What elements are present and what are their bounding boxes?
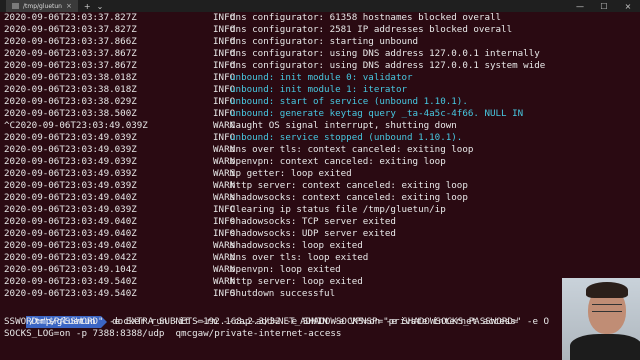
tab-title: /tmp/gluetun xyxy=(23,2,62,10)
log-timestamp: 2020-09-06T23:03:49.040Z xyxy=(4,216,137,227)
log-message: shadowsocks: context canceled: exiting l… xyxy=(230,192,468,203)
log-message: http server: loop exited xyxy=(230,276,363,287)
log-timestamp: 2020-09-06T23:03:38.018Z xyxy=(4,84,137,95)
log-timestamp: 2020-09-06T23:03:49.104Z xyxy=(4,264,137,275)
log-message: dns configurator: 61358 hostnames blocke… xyxy=(230,12,502,23)
command-continuation: SOCKS_LOG=on -p 7388:8388/udp qmcgaw/pri… xyxy=(4,328,342,339)
log-timestamp: 2020-09-06T23:03:37.827Z xyxy=(4,24,137,35)
log-timestamp: 2020-09-06T23:03:38.500Z xyxy=(4,108,137,119)
log-timestamp: 2020-09-06T23:03:49.040Z xyxy=(4,240,137,251)
log-timestamp: 2020-09-06T23:03:49.039Z xyxy=(4,156,137,167)
log-timestamp: 2020-09-06T23:03:37.827Z xyxy=(4,12,137,23)
log-timestamp: ^C2020-09-06T23:03:49.039Z xyxy=(4,120,148,131)
log-message: openvpn: loop exited xyxy=(230,264,341,275)
log-timestamp: 2020-09-06T23:03:49.540Z xyxy=(4,288,137,299)
log-timestamp: 2020-09-06T23:03:37.867Z xyxy=(4,60,137,71)
log-message: dns configurator: using DNS address 127.… xyxy=(230,60,546,71)
log-message: ip getter: loop exited xyxy=(230,168,352,179)
log-message: dns over tls: context canceled: exiting … xyxy=(230,144,474,155)
title-bar: /tmp/gluetun × + ⌄ — ☐ × xyxy=(0,0,640,12)
log-message: http server: context canceled: exiting l… xyxy=(230,180,468,191)
log-message: dns configurator: using DNS address 127.… xyxy=(230,48,540,59)
window-controls: — ☐ × xyxy=(568,2,640,11)
log-message: shadowsocks: TCP server exited xyxy=(230,216,396,227)
log-message: unbound: init module 0: validator xyxy=(230,72,413,83)
log-timestamp: 2020-09-06T23:03:38.018Z xyxy=(4,72,137,83)
webcam-overlay xyxy=(562,278,640,360)
terminal-icon xyxy=(12,3,19,9)
log-timestamp: 2020-09-06T23:03:37.866Z xyxy=(4,36,137,47)
tab-dropdown-icon[interactable]: ⌄ xyxy=(97,2,104,11)
log-message: Shutdown successful xyxy=(230,288,336,299)
log-timestamp: 2020-09-06T23:03:49.039Z xyxy=(4,180,137,191)
minimize-button[interactable]: — xyxy=(568,2,592,11)
log-timestamp: 2020-09-06T23:03:38.029Z xyxy=(4,96,137,107)
log-timestamp: 2020-09-06T23:03:49.540Z xyxy=(4,276,137,287)
presenter-hair xyxy=(586,282,628,298)
log-message: unbound: generate keytag query _ta-4a5c-… xyxy=(230,108,524,119)
log-message: unbound: service stopped (unbound 1.10.1… xyxy=(230,132,463,143)
log-message: dns configurator: starting unbound xyxy=(230,36,419,47)
log-message: Clearing ip status file /tmp/gluetun/ip xyxy=(230,204,446,215)
log-timestamp: 2020-09-06T23:03:37.867Z xyxy=(4,48,137,59)
presenter-body xyxy=(570,334,640,360)
log-timestamp: 2020-09-06T23:03:49.040Z xyxy=(4,228,137,239)
log-message: unbound: init module 1: iterator xyxy=(230,84,408,95)
log-message: shadowsocks: loop exited xyxy=(230,240,363,251)
new-tab-button[interactable]: + xyxy=(84,2,91,11)
terminal-tab[interactable]: /tmp/gluetun × xyxy=(6,0,78,12)
maximize-button[interactable]: ☐ xyxy=(592,2,616,11)
prompt-line: /tmp/gluetun docker run -it --rm --cap-a… xyxy=(4,304,549,328)
presenter-glasses xyxy=(592,304,622,312)
log-message: dns configurator: 2581 IP addresses bloc… xyxy=(230,24,513,35)
log-timestamp: 2020-09-06T23:03:49.039Z xyxy=(4,132,137,143)
log-message: Caught OS signal interrupt, shutting dow… xyxy=(230,120,457,131)
terminal-output[interactable]: 2020-09-06T23:03:49.540Z INFO Shutdown suc… xyxy=(0,12,640,360)
log-timestamp: 2020-09-06T23:03:49.039Z xyxy=(4,204,137,215)
log-message: unbound: start of service (unbound 1.10.… xyxy=(230,96,468,107)
log-message: dns over tls: loop exited xyxy=(230,252,369,263)
log-timestamp: 2020-09-06T23:03:49.042Z xyxy=(4,252,137,263)
log-message: openvpn: context canceled: exiting loop xyxy=(230,156,446,167)
log-timestamp: 2020-09-06T23:03:49.039Z xyxy=(4,168,137,179)
log-timestamp: 2020-09-06T23:03:49.040Z xyxy=(4,192,137,203)
log-timestamp: 2020-09-06T23:03:49.039Z xyxy=(4,144,137,155)
log-message: shadowsocks: UDP server exited xyxy=(230,228,396,239)
tab-close-icon[interactable]: × xyxy=(66,2,72,10)
close-window-button[interactable]: × xyxy=(616,2,640,11)
command-continuation: SSWORD="$PASSWORD" -e EXTRA_SUBNETS=192.… xyxy=(4,316,519,327)
